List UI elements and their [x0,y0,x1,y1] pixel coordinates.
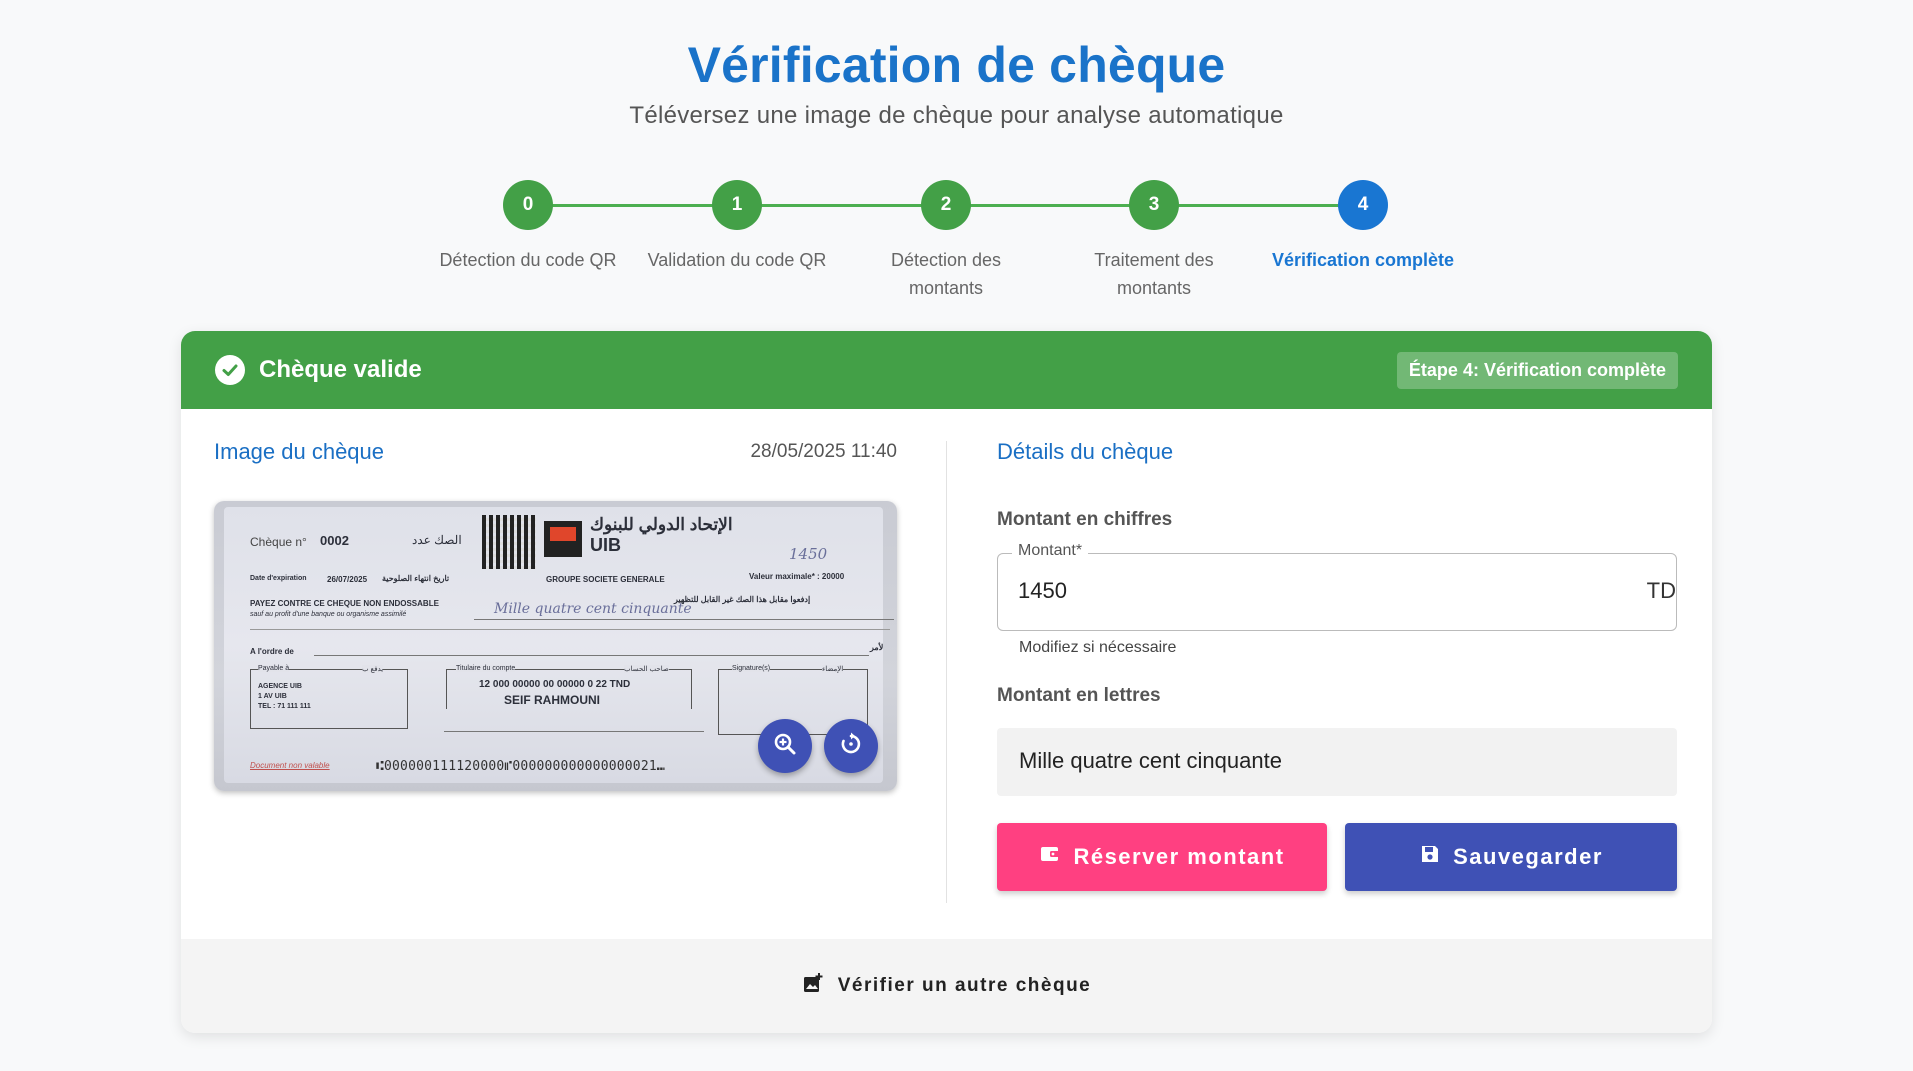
account-number: 12 000 00000 00 00000 0 22 TND [479,679,631,690]
currency-suffix: TD [1646,578,1676,603]
cheque-number: 0002 [320,533,349,548]
step-circle: 3 [1129,180,1179,230]
rotate-icon [838,731,864,762]
handwritten-words: Mille quatre cent cinquante [494,601,692,617]
date-line [444,731,704,732]
expiry-ar: تاريخ انتهاء الصلوحية [382,574,450,583]
step-label: Vérification complète [1271,250,1455,270]
amount-words-label: Montant en lettres [997,685,1161,706]
step-label: Traitement des montants [1094,250,1214,298]
column-divider [946,441,947,903]
validity-status: Chèque valide [215,355,422,385]
qr-code [482,515,536,569]
agency-line: AGENCE UIB [258,683,302,690]
verify-another-button[interactable]: Vérifier un autre chèque [181,939,1712,1033]
verify-another-label: Vérifier un autre chèque [837,975,1092,996]
step-2: 2 Détection des montants [836,180,1056,302]
step-circle: 4 [1338,180,1388,230]
timestamp: 28/05/2025 11:40 [750,441,897,462]
step-label: Validation du code QR [647,250,827,270]
step-label: Détection des montants [890,250,1002,298]
step-circle: 0 [503,180,553,230]
progress-stepper: 0 Détection du code QR 1 Validation du c… [0,180,1913,300]
handwritten-amount: 1450 [789,545,828,563]
save-button[interactable]: Sauvegarder [1345,823,1677,891]
step-0: 0 Détection du code QR [418,180,638,274]
cheque-number-label: Chèque n° [250,535,307,549]
step-badge: Étape 4: Vérification complète [1396,351,1678,389]
add-photo-icon [802,972,824,1000]
status-title: Chèque valide [259,356,422,383]
amount-field-legend: Montant* [1012,542,1089,560]
amount-helper-text: Modifiez si nécessaire [1019,639,1177,656]
step-3: 3 Traitement des montants [1044,180,1264,302]
page-header: Vérification de chèque Téléversez une im… [0,0,1913,130]
holder-ar: صاحب الحساب [624,665,669,673]
amount-digits-label: Montant en chiffres [997,509,1173,530]
zoom-in-icon [772,731,798,762]
agency-line: 1 AV UIB [258,693,287,700]
reserve-amount-label: Réserver montant [1073,844,1285,869]
divider-line [250,629,890,630]
save-label: Sauvegarder [1453,844,1603,869]
cheque-number-ar: الصك عدد [412,533,462,547]
order-label: A l'ordre de [250,647,294,656]
step-circle: 1 [712,180,762,230]
amount-input[interactable]: 1450 [1018,578,1067,604]
details-panel: Détails du chèque Montant en chiffres Mo… [997,439,1677,891]
bank-logo [544,521,582,557]
wallet-icon [1039,843,1061,871]
holder-name: SEIF RAHMOUNI [504,693,600,707]
step-label: Détection du code QR [439,250,617,270]
bank-name: UIB [590,535,621,555]
payable-label: Payable à [258,665,290,672]
result-card: Chèque valide Étape 4: Vérification comp… [181,331,1712,1033]
bank-group: GROUPE SOCIETE GENERALE [546,575,665,584]
reserve-amount-button[interactable]: Réserver montant [997,823,1327,891]
signature-ar: الإمضاء [822,665,844,673]
result-body: Image du chèque 28/05/2025 11:40 Chèque … [181,409,1712,939]
holder-label: Titulaire du compte [456,665,516,672]
details-section-title: Détails du chèque [997,439,1174,464]
zoom-button[interactable] [758,719,812,773]
amount-field[interactable]: Montant* 1450 TD [997,542,1677,631]
step-1: 1 Validation du code QR [627,180,847,274]
rotate-button[interactable] [824,719,878,773]
page-title: Vérification de chèque [687,37,1226,93]
page-subtitle: Téléversez une image de chèque pour anal… [629,102,1284,129]
agency-line: TEL : 71 111 111 [258,703,311,710]
step-4: 4 Vérification complète [1253,180,1473,274]
pay-text: PAYEZ CONTRE CE CHEQUE NON ENDOSSABLE [250,599,439,608]
pay-subtext: sauf au profit d'une banque ou organisme… [250,611,407,618]
expiry-label: Date d'expiration [250,575,307,582]
order-line [314,655,869,656]
image-panel: Image du chèque 28/05/2025 11:40 Chèque … [214,439,897,791]
pay-text-ar: إدفعوا مقابل هذا الصك غير القابل للتظهير [674,595,811,604]
result-header: Chèque valide Étape 4: Vérification comp… [181,331,1712,409]
signature-label: Signature(s) [732,665,771,672]
max-value: Valeur maximale* : 20000 [749,572,845,581]
bank-name-ar: الإتحاد الدولي للبنوك [590,515,733,534]
watermark-text: Document non valable [250,761,330,770]
expiry-date: 26/07/2025 [327,575,368,584]
payable-ar: يدفع ب [362,665,384,673]
order-ar: لأمر [870,643,884,652]
cheque-image: Chèque n° 0002 الصك عدد الإتحاد الدولي ل… [214,501,897,791]
micr-line: ⑆000000111120000⑈000000000000000021⑉ [376,759,665,774]
amount-line [474,619,894,620]
amount-words-field: Mille quatre cent cinquante [997,728,1677,796]
save-icon [1419,843,1441,871]
check-circle-icon [215,355,245,385]
step-circle: 2 [921,180,971,230]
